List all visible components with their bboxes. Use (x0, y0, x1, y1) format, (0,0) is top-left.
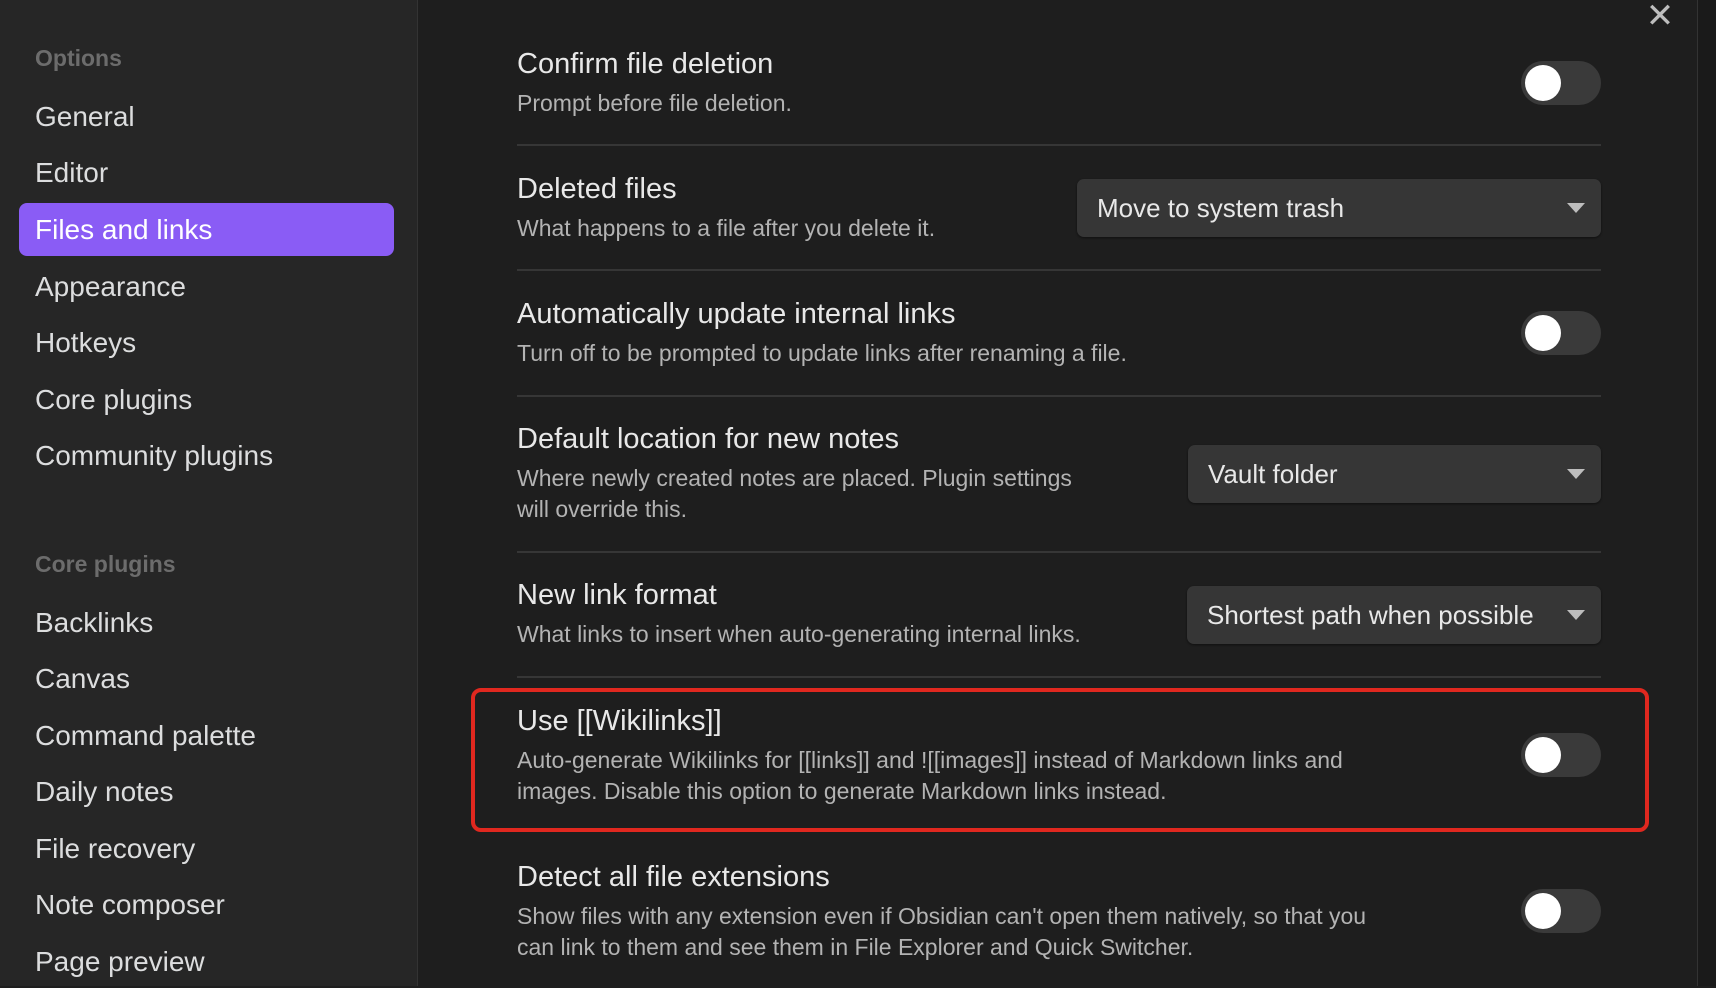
sidebar-item-appearance[interactable]: Appearance (19, 260, 394, 313)
default-location-dropdown[interactable]: Vault folder (1188, 445, 1601, 503)
setting-description: Turn off to be prompted to update links … (517, 340, 1127, 366)
chevron-down-icon (1567, 203, 1585, 213)
core-plugins-heading: Core plugins (35, 551, 176, 577)
sidebar-item-note-composer[interactable]: Note composer (19, 878, 394, 931)
divider (517, 395, 1601, 397)
window-edge (1697, 0, 1716, 986)
setting-confirm-deletion: Confirm file deletion Prompt before file… (517, 46, 1601, 119)
sidebar-item-core-plugins[interactable]: Core plugins (19, 373, 394, 426)
sidebar-item-editor[interactable]: Editor (19, 146, 394, 199)
sidebar-item-command-palette[interactable]: Command palette (19, 709, 394, 762)
setting-title: Confirm file deletion (517, 48, 774, 80)
toggle-knob (1525, 893, 1561, 929)
description-line: can link to them and see them in File Ex… (517, 934, 1194, 960)
setting-description: Show files with any extension even if Ob… (517, 901, 1601, 963)
auto-update-links-toggle[interactable] (1521, 311, 1601, 355)
setting-description: Prompt before file deletion. (517, 90, 792, 116)
toggle-knob (1525, 315, 1561, 351)
sidebar-item-daily-notes[interactable]: Daily notes (19, 765, 394, 818)
chevron-down-icon (1567, 610, 1585, 620)
setting-title: Automatically update internal links (517, 298, 956, 330)
options-heading: Options (35, 45, 122, 71)
divider (517, 144, 1601, 146)
link-format-dropdown[interactable]: Shortest path when possible (1187, 586, 1601, 644)
sidebar-item-file-recovery[interactable]: File recovery (19, 822, 394, 875)
setting-auto-update-links: Automatically update internal links Turn… (517, 296, 1601, 369)
sidebar-item-files-and-links[interactable]: Files and links (19, 203, 394, 256)
description-line: Show files with any extension even if Ob… (517, 903, 1367, 929)
divider (517, 551, 1601, 553)
settings-sidebar: Options General Editor Files and links A… (0, 0, 418, 986)
sidebar-item-hotkeys[interactable]: Hotkeys (19, 316, 394, 369)
confirm-deletion-toggle[interactable] (1521, 61, 1601, 105)
deleted-files-dropdown[interactable]: Move to system trash (1077, 179, 1601, 237)
setting-detect-extensions: Detect all file extensions Show files wi… (517, 859, 1601, 963)
detect-extensions-toggle[interactable] (1521, 889, 1601, 933)
dropdown-value: Shortest path when possible (1207, 600, 1534, 630)
sidebar-item-community-plugins[interactable]: Community plugins (19, 429, 394, 482)
dropdown-value: Move to system trash (1097, 193, 1345, 223)
close-icon[interactable]: ✕ (1644, 0, 1676, 33)
sidebar-item-canvas[interactable]: Canvas (19, 652, 394, 705)
chevron-down-icon (1567, 469, 1585, 479)
setting-title: Detect all file extensions (517, 861, 830, 893)
sidebar-item-backlinks[interactable]: Backlinks (19, 596, 394, 649)
highlight-annotation-box (471, 688, 1649, 832)
sidebar-item-page-preview[interactable]: Page preview (19, 935, 394, 988)
sidebar-item-general[interactable]: General (19, 90, 394, 143)
dropdown-value: Vault folder (1208, 459, 1338, 489)
divider (517, 269, 1601, 271)
divider (517, 676, 1601, 678)
toggle-knob (1525, 65, 1561, 101)
